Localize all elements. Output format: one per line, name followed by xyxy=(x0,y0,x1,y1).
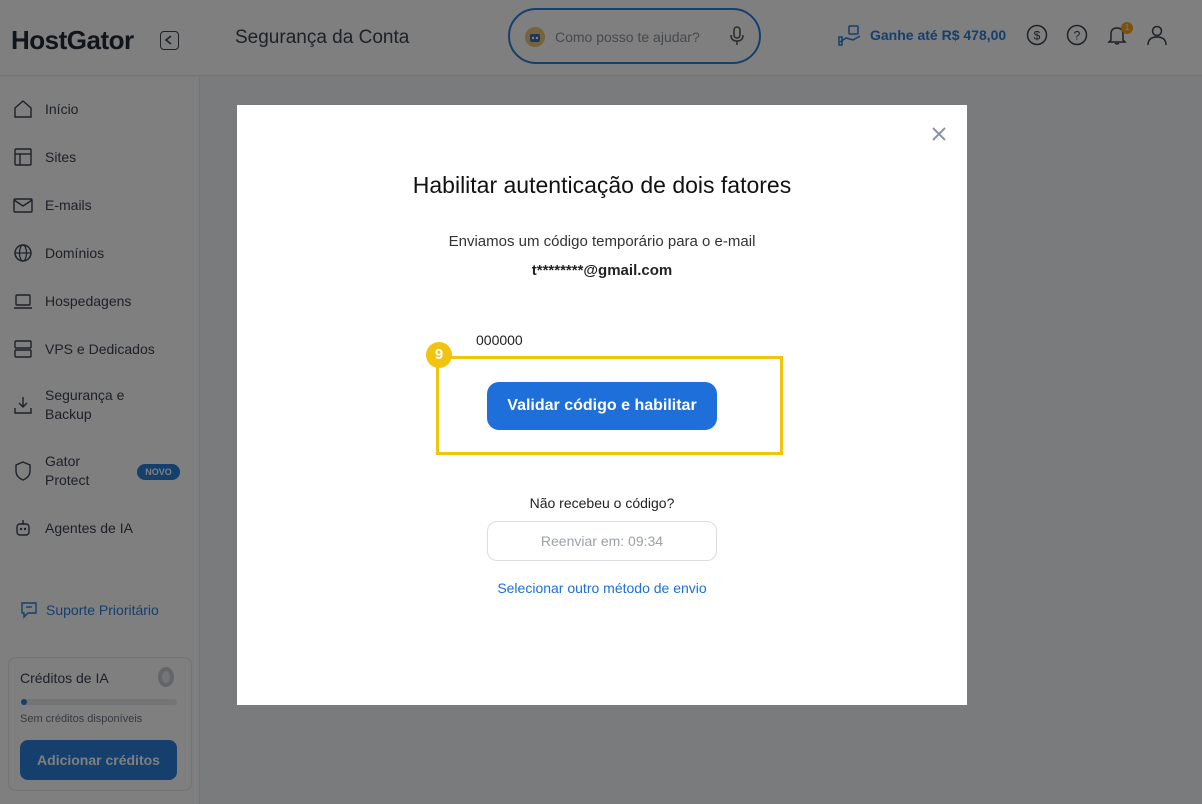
modal-title: Habilitar autenticação de dois fatores xyxy=(412,172,792,198)
resend-code-button[interactable]: Reenviar em: 09:34 xyxy=(487,521,717,561)
validate-code-button[interactable]: Validar código e habilitar xyxy=(487,382,717,430)
close-icon[interactable] xyxy=(930,125,948,143)
two-factor-modal: Habilitar autenticação de dois fatores E… xyxy=(237,105,967,705)
modal-description: Enviamos um código temporário para o e-m… xyxy=(448,233,756,250)
other-method-link[interactable]: Selecionar outro método de envio xyxy=(237,580,967,596)
masked-email: t********@gmail.com xyxy=(531,262,673,279)
step-badge: 9 xyxy=(426,342,452,368)
verification-code-input[interactable] xyxy=(476,329,736,351)
not-received-label: Não recebeu o código? xyxy=(529,495,675,511)
